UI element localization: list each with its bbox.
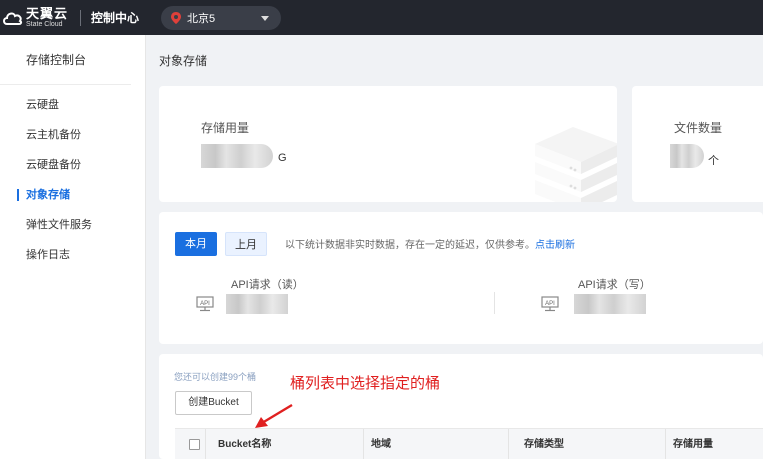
console-link[interactable]: 控制中心 bbox=[91, 9, 139, 26]
sidebar: 存储控制台 云硬盘 云主机备份 云硬盘备份 对象存储 弹性文件服务 操作日志 bbox=[0, 35, 146, 459]
file-count-value-redacted bbox=[670, 144, 704, 168]
sidebar-title: 存储控制台 bbox=[0, 35, 131, 85]
column-divider bbox=[508, 429, 509, 459]
sidebar-item-cloud-disk[interactable]: 云硬盘 bbox=[0, 90, 145, 120]
file-count-card: 文件数量 个 bbox=[632, 86, 763, 202]
stats-tip-text: 以下统计数据非实时数据，存在一定的延迟，仅供参考。 bbox=[285, 240, 535, 251]
column-divider bbox=[665, 429, 666, 459]
logo-text-en: State Cloud bbox=[26, 21, 63, 28]
sidebar-item-object-storage[interactable]: 对象存储 bbox=[0, 180, 145, 210]
api-write-icon: API bbox=[541, 296, 559, 312]
refresh-link[interactable]: 点击刷新 bbox=[535, 240, 575, 251]
api-write-value-redacted bbox=[574, 294, 646, 314]
api-read-icon: API bbox=[196, 296, 214, 312]
column-divider bbox=[205, 429, 206, 459]
sidebar-item-file-service[interactable]: 弹性文件服务 bbox=[0, 210, 145, 240]
region-value: 北京5 bbox=[187, 12, 216, 25]
column-region[interactable]: 地域 bbox=[371, 429, 391, 459]
stats-divider bbox=[494, 292, 495, 314]
storage-usage-value-redacted bbox=[201, 144, 273, 168]
region-select[interactable]: 北京5 bbox=[161, 5, 282, 30]
annotation-arrow-icon bbox=[255, 403, 293, 428]
api-write-icon-text: API bbox=[545, 301, 555, 307]
api-write-label: API请求（写） bbox=[578, 279, 651, 291]
storage-usage-card: 存储用量 G bbox=[159, 86, 617, 202]
api-read-label: API请求（读） bbox=[231, 279, 304, 291]
bucket-list-card: 您还可以创建99个桶 创建Bucket Bucket名称 地域 存储类型 存储用… bbox=[159, 354, 763, 459]
chevron-down-icon bbox=[261, 15, 270, 21]
file-count-label: 文件数量 bbox=[674, 121, 723, 135]
select-all-checkbox[interactable] bbox=[189, 439, 200, 450]
top-bar: 天翼云 State Cloud 控制中心 北京5 bbox=[0, 0, 763, 35]
create-bucket-button[interactable]: 创建Bucket bbox=[175, 391, 252, 415]
stats-tip: 以下统计数据非实时数据，存在一定的延迟，仅供参考。点击刷新 bbox=[285, 236, 575, 251]
file-count-unit: 个 bbox=[708, 155, 719, 167]
page-title: 对象存储 bbox=[159, 54, 208, 68]
bucket-remain-text: 您还可以创建99个桶 bbox=[174, 372, 257, 382]
api-read-icon-text: API bbox=[200, 301, 210, 307]
logo-text-cn: 天翼云 bbox=[26, 6, 69, 21]
storage-usage-unit: G bbox=[278, 152, 287, 164]
location-pin-icon bbox=[171, 11, 182, 24]
topbar-divider bbox=[80, 9, 82, 26]
api-read-value-redacted bbox=[226, 294, 288, 314]
storage-boxes-illustration bbox=[535, 127, 617, 202]
sidebar-item-disk-backup[interactable]: 云硬盘备份 bbox=[0, 150, 145, 180]
storage-usage-label: 存储用量 bbox=[201, 121, 250, 135]
cloud-logo-icon bbox=[2, 9, 24, 27]
api-stats-card: 本月 上月 以下统计数据非实时数据，存在一定的延迟，仅供参考。点击刷新 API … bbox=[159, 212, 763, 344]
tab-previous-month[interactable]: 上月 bbox=[225, 232, 267, 256]
sidebar-item-host-backup[interactable]: 云主机备份 bbox=[0, 120, 145, 150]
bucket-table-header: Bucket名称 地域 存储类型 存储用量 bbox=[175, 428, 763, 459]
logo[interactable]: 天翼云 State Cloud bbox=[2, 0, 68, 35]
column-divider bbox=[363, 429, 364, 459]
column-storage-usage[interactable]: 存储用量 bbox=[673, 429, 713, 459]
column-bucket-name[interactable]: Bucket名称 bbox=[218, 429, 271, 459]
column-storage-type[interactable]: 存储类型 bbox=[524, 429, 564, 459]
sidebar-item-operation-log[interactable]: 操作日志 bbox=[0, 240, 145, 270]
annotation-text: 桶列表中选择指定的桶 bbox=[290, 375, 441, 392]
tab-current-month[interactable]: 本月 bbox=[175, 232, 217, 256]
